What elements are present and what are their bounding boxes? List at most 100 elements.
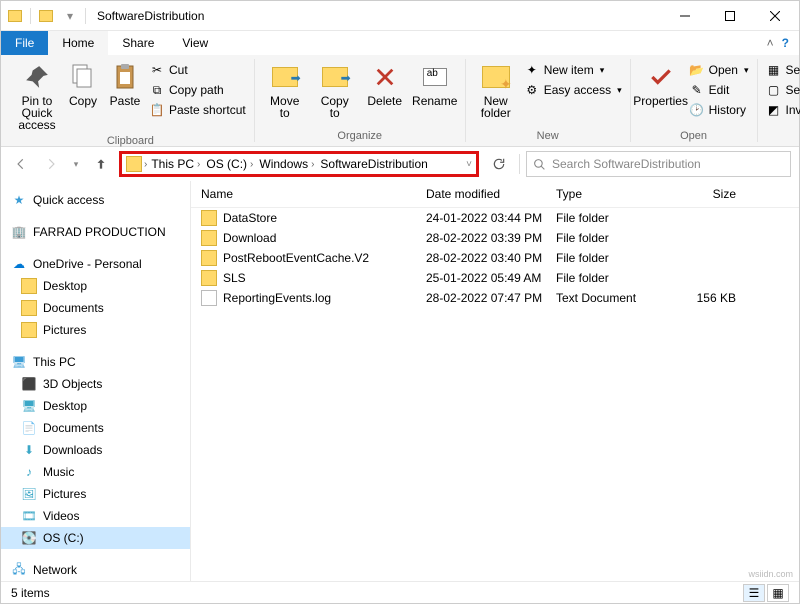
paste-shortcut-button[interactable]: 📋Paste shortcut bbox=[147, 101, 248, 119]
file-row[interactable]: Download28-02-2022 03:39 PMFile folder bbox=[191, 228, 799, 248]
breadcrumb[interactable]: › This PC› OS (C:)› Windows› SoftwareDis… bbox=[119, 151, 479, 177]
crumb-osc[interactable]: OS (C:)› bbox=[204, 157, 255, 171]
easy-access-button[interactable]: ⚙Easy access▾ bbox=[522, 81, 624, 99]
file-row[interactable]: PostRebootEventCache.V228-02-2022 03:40 … bbox=[191, 248, 799, 268]
nav-forward-button[interactable] bbox=[39, 152, 63, 176]
nav-quick-access[interactable]: ★Quick access bbox=[1, 189, 190, 211]
nav-downloads[interactable]: ⬇Downloads bbox=[1, 439, 190, 461]
nav-back-button[interactable] bbox=[9, 152, 33, 176]
nav-documents[interactable]: 📄Documents bbox=[1, 417, 190, 439]
help-icon[interactable]: ? bbox=[782, 36, 789, 50]
pin-to-quick-access-button[interactable]: Pin to Quick access bbox=[13, 59, 61, 133]
nav-music[interactable]: ♪Music bbox=[1, 461, 190, 483]
group-organize: ➡Move to ➡Copy to Delete abRename Organi… bbox=[255, 59, 466, 142]
file-date: 28-02-2022 03:40 PM bbox=[426, 251, 556, 265]
col-type[interactable]: Type bbox=[556, 187, 666, 201]
view-icons-button[interactable]: ▦ bbox=[767, 584, 789, 602]
file-type: File folder bbox=[556, 271, 666, 285]
copy-path-button[interactable]: ⧉Copy path bbox=[147, 81, 248, 99]
folder-icon bbox=[201, 250, 217, 266]
nav-recent-button[interactable]: ▾ bbox=[69, 152, 83, 176]
close-button[interactable] bbox=[752, 2, 797, 30]
file-row[interactable]: DataStore24-01-2022 03:44 PMFile folder bbox=[191, 208, 799, 228]
nav-onedrive-pictures[interactable]: Pictures bbox=[1, 319, 190, 341]
nav-up-button[interactable] bbox=[89, 152, 113, 176]
select-none-button[interactable]: ▢Select none bbox=[764, 81, 800, 99]
nav-desktop[interactable]: 🖥Desktop bbox=[1, 395, 190, 417]
new-item-icon: ✦ bbox=[524, 62, 540, 78]
tab-home[interactable]: Home bbox=[48, 31, 108, 55]
pictures-icon: 🖼 bbox=[21, 486, 37, 502]
rename-button[interactable]: abRename bbox=[411, 59, 459, 109]
maximize-button[interactable] bbox=[707, 2, 752, 30]
refresh-button[interactable] bbox=[485, 151, 513, 177]
nav-network[interactable]: 🖧Network bbox=[1, 559, 190, 581]
file-type: File folder bbox=[556, 231, 666, 245]
chevron-down-icon[interactable]: ˅ bbox=[466, 159, 472, 170]
desktop-icon: 🖥 bbox=[21, 398, 37, 414]
paste-icon bbox=[109, 61, 141, 93]
file-icon bbox=[201, 290, 217, 306]
crumb-windows[interactable]: Windows› bbox=[257, 157, 316, 171]
documents-icon: 📄 bbox=[21, 420, 37, 436]
col-size[interactable]: Size bbox=[666, 187, 746, 201]
history-button[interactable]: 🕑History bbox=[687, 101, 751, 119]
nav-pictures[interactable]: 🖼Pictures bbox=[1, 483, 190, 505]
paste-button[interactable]: Paste bbox=[105, 59, 145, 109]
invert-selection-button[interactable]: ◩Invert selection bbox=[764, 101, 800, 119]
tab-file[interactable]: File bbox=[1, 31, 48, 55]
music-icon: ♪ bbox=[21, 464, 37, 480]
view-details-button[interactable]: ☰ bbox=[743, 584, 765, 602]
folder-icon bbox=[126, 156, 142, 172]
nav-onedrive-desktop[interactable]: Desktop bbox=[1, 275, 190, 297]
qat-dropdown-icon[interactable]: ▾ bbox=[62, 8, 78, 24]
nav-onedrive-documents[interactable]: Documents bbox=[1, 297, 190, 319]
crumb-thispc[interactable]: This PC› bbox=[149, 157, 202, 171]
move-to-button[interactable]: ➡Move to bbox=[261, 59, 309, 121]
ribbon-collapse-icon[interactable]: ˄ bbox=[767, 36, 774, 50]
nav-farrad[interactable]: 🏢FARRAD PRODUCTION bbox=[1, 221, 190, 243]
easy-access-icon: ⚙ bbox=[524, 82, 540, 98]
edit-button[interactable]: ✎Edit bbox=[687, 81, 751, 99]
file-date: 24-01-2022 03:44 PM bbox=[426, 211, 556, 225]
copy-to-button[interactable]: ➡Copy to bbox=[311, 59, 359, 121]
group-label-open: Open bbox=[680, 130, 707, 142]
nav-videos[interactable]: 🎞Videos bbox=[1, 505, 190, 527]
group-open: Properties 📂Open▾ ✎Edit 🕑History Open bbox=[631, 59, 758, 142]
column-headers[interactable]: Name Date modified Type Size bbox=[191, 181, 799, 208]
minimize-button[interactable] bbox=[662, 2, 707, 30]
window-title: SoftwareDistribution bbox=[97, 9, 204, 23]
crumb-softdist[interactable]: SoftwareDistribution bbox=[318, 157, 429, 171]
edit-icon: ✎ bbox=[689, 82, 705, 98]
properties-button[interactable]: Properties bbox=[637, 59, 685, 109]
open-button[interactable]: 📂Open▾ bbox=[687, 61, 751, 79]
nav-3dobjects[interactable]: ⬛3D Objects bbox=[1, 373, 190, 395]
tab-share[interactable]: Share bbox=[108, 31, 168, 55]
select-all-button[interactable]: ▦Select all bbox=[764, 61, 800, 79]
folder-icon bbox=[21, 278, 37, 294]
invert-selection-icon: ◩ bbox=[766, 102, 782, 118]
copy-button[interactable]: Copy bbox=[63, 59, 103, 109]
col-date[interactable]: Date modified bbox=[426, 187, 556, 201]
nav-osc[interactable]: 💽OS (C:) bbox=[1, 527, 190, 549]
chevron-right-icon[interactable]: › bbox=[144, 159, 147, 170]
tab-view[interactable]: View bbox=[168, 31, 222, 55]
search-input[interactable]: Search SoftwareDistribution bbox=[526, 151, 791, 177]
file-row[interactable]: SLS25-01-2022 05:49 AMFile folder bbox=[191, 268, 799, 288]
file-date: 28-02-2022 03:39 PM bbox=[426, 231, 556, 245]
cube-icon: ⬛ bbox=[21, 376, 37, 392]
delete-button[interactable]: Delete bbox=[361, 59, 409, 109]
group-label-new: New bbox=[537, 130, 559, 142]
col-name[interactable]: Name bbox=[201, 187, 426, 201]
nav-onedrive[interactable]: ☁OneDrive - Personal bbox=[1, 253, 190, 275]
paste-shortcut-icon: 📋 bbox=[149, 102, 165, 118]
nav-thispc[interactable]: 🖥This PC bbox=[1, 351, 190, 373]
file-date: 25-01-2022 05:49 AM bbox=[426, 271, 556, 285]
network-icon: 🖧 bbox=[11, 562, 27, 578]
cut-button[interactable]: ✂Cut bbox=[147, 61, 248, 79]
file-type: File folder bbox=[556, 251, 666, 265]
new-folder-button[interactable]: ✦New folder bbox=[472, 59, 520, 121]
file-row[interactable]: ReportingEvents.log28-02-2022 07:47 PMTe… bbox=[191, 288, 799, 308]
new-item-button[interactable]: ✦New item▾ bbox=[522, 61, 624, 79]
file-size: 156 KB bbox=[666, 291, 746, 305]
